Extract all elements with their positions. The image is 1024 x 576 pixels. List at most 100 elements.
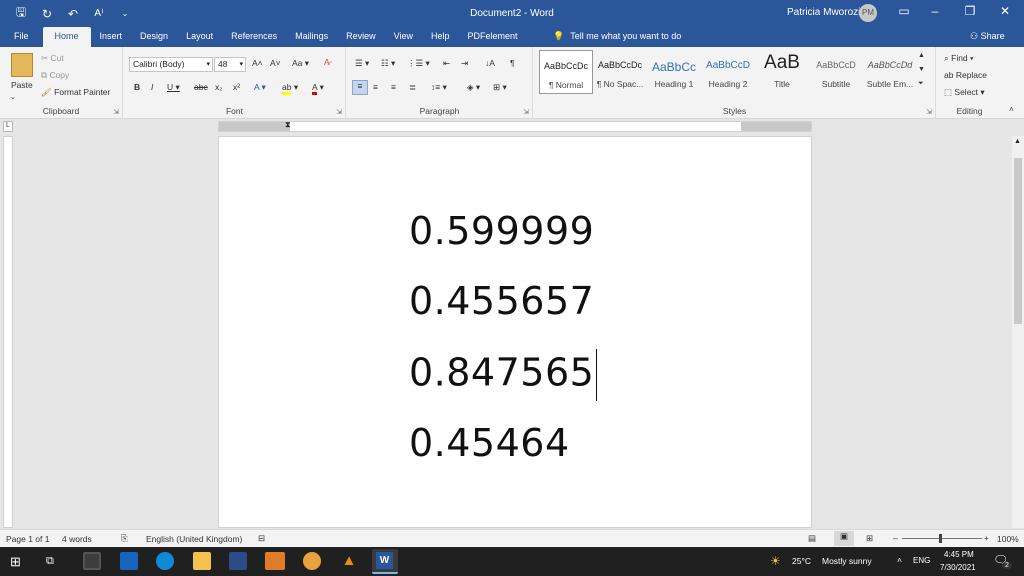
style-heading-1[interactable]: AaBbCc Heading 1 (647, 50, 701, 94)
input-language[interactable]: ENG (913, 556, 930, 565)
tab-help[interactable]: Help (422, 27, 459, 47)
cut-button[interactable]: ✂ Cut (41, 53, 64, 64)
paste-dropdown-icon[interactable]: ⌄ (10, 93, 16, 101)
font-color-icon[interactable]: A ▾ (312, 82, 324, 95)
horizontal-ruler[interactable]: ⧗ (218, 120, 812, 132)
decrease-indent-icon[interactable]: ⇤ (443, 58, 450, 69)
web-layout-icon[interactable]: ⊞ (866, 533, 873, 544)
text-effects-icon[interactable]: A ▾ (254, 82, 266, 93)
style-subtle-emphasis[interactable]: AaBbCcDd Subtle Em... (863, 50, 917, 94)
document-line[interactable]: 0.847565 (409, 349, 598, 401)
zoom-in-icon[interactable]: + (984, 533, 989, 543)
shading-icon[interactable]: ◈ ▾ (467, 82, 480, 93)
styles-scroll-down-icon[interactable]: ▼ (918, 66, 925, 73)
style-no-spacing[interactable]: AaBbCcDc ¶ No Spac... (593, 50, 647, 94)
styles-scroll-up-icon[interactable]: ▲ (918, 52, 925, 59)
align-center-icon[interactable]: ≡ (373, 82, 378, 92)
tab-review[interactable]: Review (337, 27, 385, 47)
font-size-select[interactable]: 48 ▾ (214, 57, 246, 72)
customize-qat-icon[interactable]: ⌄ (118, 9, 132, 18)
close-icon[interactable]: ✕ (995, 4, 1015, 18)
document-line[interactable]: 0.599999 (409, 209, 594, 253)
share-button[interactable]: ⚇ Share (970, 31, 1005, 42)
tab-pdfelement[interactable]: PDFelement (459, 27, 527, 47)
highlight-icon[interactable]: ab ▾ (282, 82, 298, 95)
vlc-icon[interactable]: ▲ (340, 552, 358, 570)
document-page[interactable]: 0.599999 0.455657 0.847565 0.45464 (218, 136, 812, 528)
tab-design[interactable]: Design (131, 27, 177, 47)
zoom-slider[interactable] (902, 538, 982, 539)
bold-icon[interactable]: B (134, 82, 140, 92)
tab-file[interactable]: File (0, 27, 43, 47)
user-name[interactable]: Patricia Mworozi (787, 7, 860, 18)
print-layout-icon[interactable]: ▣ (834, 531, 854, 546)
document-line[interactable]: 0.455657 (409, 279, 594, 323)
multilevel-list-icon[interactable]: ⋮☰ ▾ (407, 58, 430, 69)
proofing-icon[interactable]: ⎘ (121, 533, 128, 544)
task-view-icon[interactable]: ⧉ (46, 555, 54, 568)
style-subtitle[interactable]: AaBbCcD Subtitle (809, 50, 863, 94)
tab-insert[interactable]: Insert (91, 27, 132, 47)
select-button[interactable]: ⬚ Select ▾ (944, 87, 985, 98)
align-right-icon[interactable]: ≡ (391, 82, 396, 92)
collapse-ribbon-icon[interactable]: ˄ (1009, 105, 1014, 114)
bullets-icon[interactable]: ☰ ▾ (355, 58, 369, 69)
line-spacing-icon[interactable]: ↕≡ ▾ (431, 82, 447, 93)
numbering-icon[interactable]: ☷ ▾ (381, 58, 395, 69)
style-heading-2[interactable]: AaBbCcD Heading 2 (701, 50, 755, 94)
tab-home[interactable]: Home (42, 27, 91, 47)
tab-view[interactable]: View (385, 27, 422, 47)
italic-icon[interactable]: I (151, 82, 153, 92)
page-count[interactable]: Page 1 of 1 (6, 534, 49, 544)
scroll-thumb[interactable] (1014, 158, 1022, 324)
show-formatting-icon[interactable]: ¶ (510, 58, 515, 68)
app-icon-notification[interactable] (265, 552, 285, 570)
read-mode-icon[interactable]: ▤ (808, 533, 816, 544)
zoom-slider-thumb[interactable] (939, 534, 942, 543)
dialog-launcher-icon[interactable]: ⇲ (113, 108, 119, 116)
sort-icon[interactable]: ↓A (485, 58, 495, 68)
save-icon[interactable]: 🖫 (14, 3, 28, 24)
subscript-icon[interactable]: x₂ (215, 82, 223, 92)
tab-selector-icon[interactable]: L (3, 121, 13, 132)
app-icon[interactable] (229, 552, 247, 570)
style-title[interactable]: AaB Title (755, 50, 809, 94)
word-taskbar-button[interactable]: W (372, 549, 398, 574)
clock-date[interactable]: 7/30/2021 (940, 563, 976, 572)
document-line[interactable]: 0.45464 (409, 421, 570, 465)
minimize-icon[interactable]: – (925, 4, 945, 18)
increase-indent-icon[interactable]: ⇥ (461, 58, 468, 69)
edge-icon[interactable] (156, 552, 174, 570)
align-left-icon[interactable]: ≡ (352, 80, 368, 95)
tab-mailings[interactable]: Mailings (286, 27, 337, 47)
borders-icon[interactable]: ⊞ ▾ (493, 82, 507, 93)
autosave-icon[interactable]: ↻ (40, 7, 54, 21)
paste-button[interactable]: Paste (11, 80, 33, 90)
dialog-launcher-icon[interactable]: ⇲ (336, 108, 342, 116)
avatar[interactable]: PM (859, 4, 877, 22)
tab-layout[interactable]: Layout (177, 27, 222, 47)
weather-desc[interactable]: Mostly sunny (822, 556, 872, 566)
format-painter-button[interactable]: 🖌 Format Painter (41, 87, 110, 98)
language-status[interactable]: English (United Kingdom) (146, 534, 242, 544)
shrink-font-icon[interactable]: A˅ (270, 58, 281, 68)
zoom-level[interactable]: 100% (997, 534, 1019, 544)
word-count[interactable]: 4 words (62, 534, 92, 544)
clear-formatting-icon[interactable]: A̷ (324, 57, 330, 67)
read-aloud-icon[interactable]: A⁾ (92, 8, 106, 19)
macro-icon[interactable]: ⊟ (258, 533, 265, 544)
scroll-up-icon[interactable]: ▲ (1014, 138, 1021, 145)
strikethrough-icon[interactable]: abc (194, 82, 208, 92)
tell-me-search[interactable]: 💡 Tell me what you want to do (553, 31, 681, 42)
style-normal[interactable]: AaBbCcDc ¶ Normal (539, 50, 593, 94)
windows-start-icon[interactable]: ⊞ (10, 554, 21, 570)
font-name-select[interactable]: Calibri (Body) ▾ (129, 57, 213, 72)
justify-icon[interactable]: ≣ (409, 82, 416, 93)
restore-icon[interactable]: ❐ (960, 4, 980, 18)
weather-temp[interactable]: 25°C (792, 556, 811, 566)
mail-icon[interactable] (120, 552, 138, 570)
paste-icon[interactable] (11, 53, 33, 77)
dialog-launcher-icon[interactable]: ⇲ (926, 108, 932, 116)
copy-button[interactable]: ⧉ Copy (41, 70, 69, 81)
grow-font-icon[interactable]: A˄ (252, 58, 263, 68)
